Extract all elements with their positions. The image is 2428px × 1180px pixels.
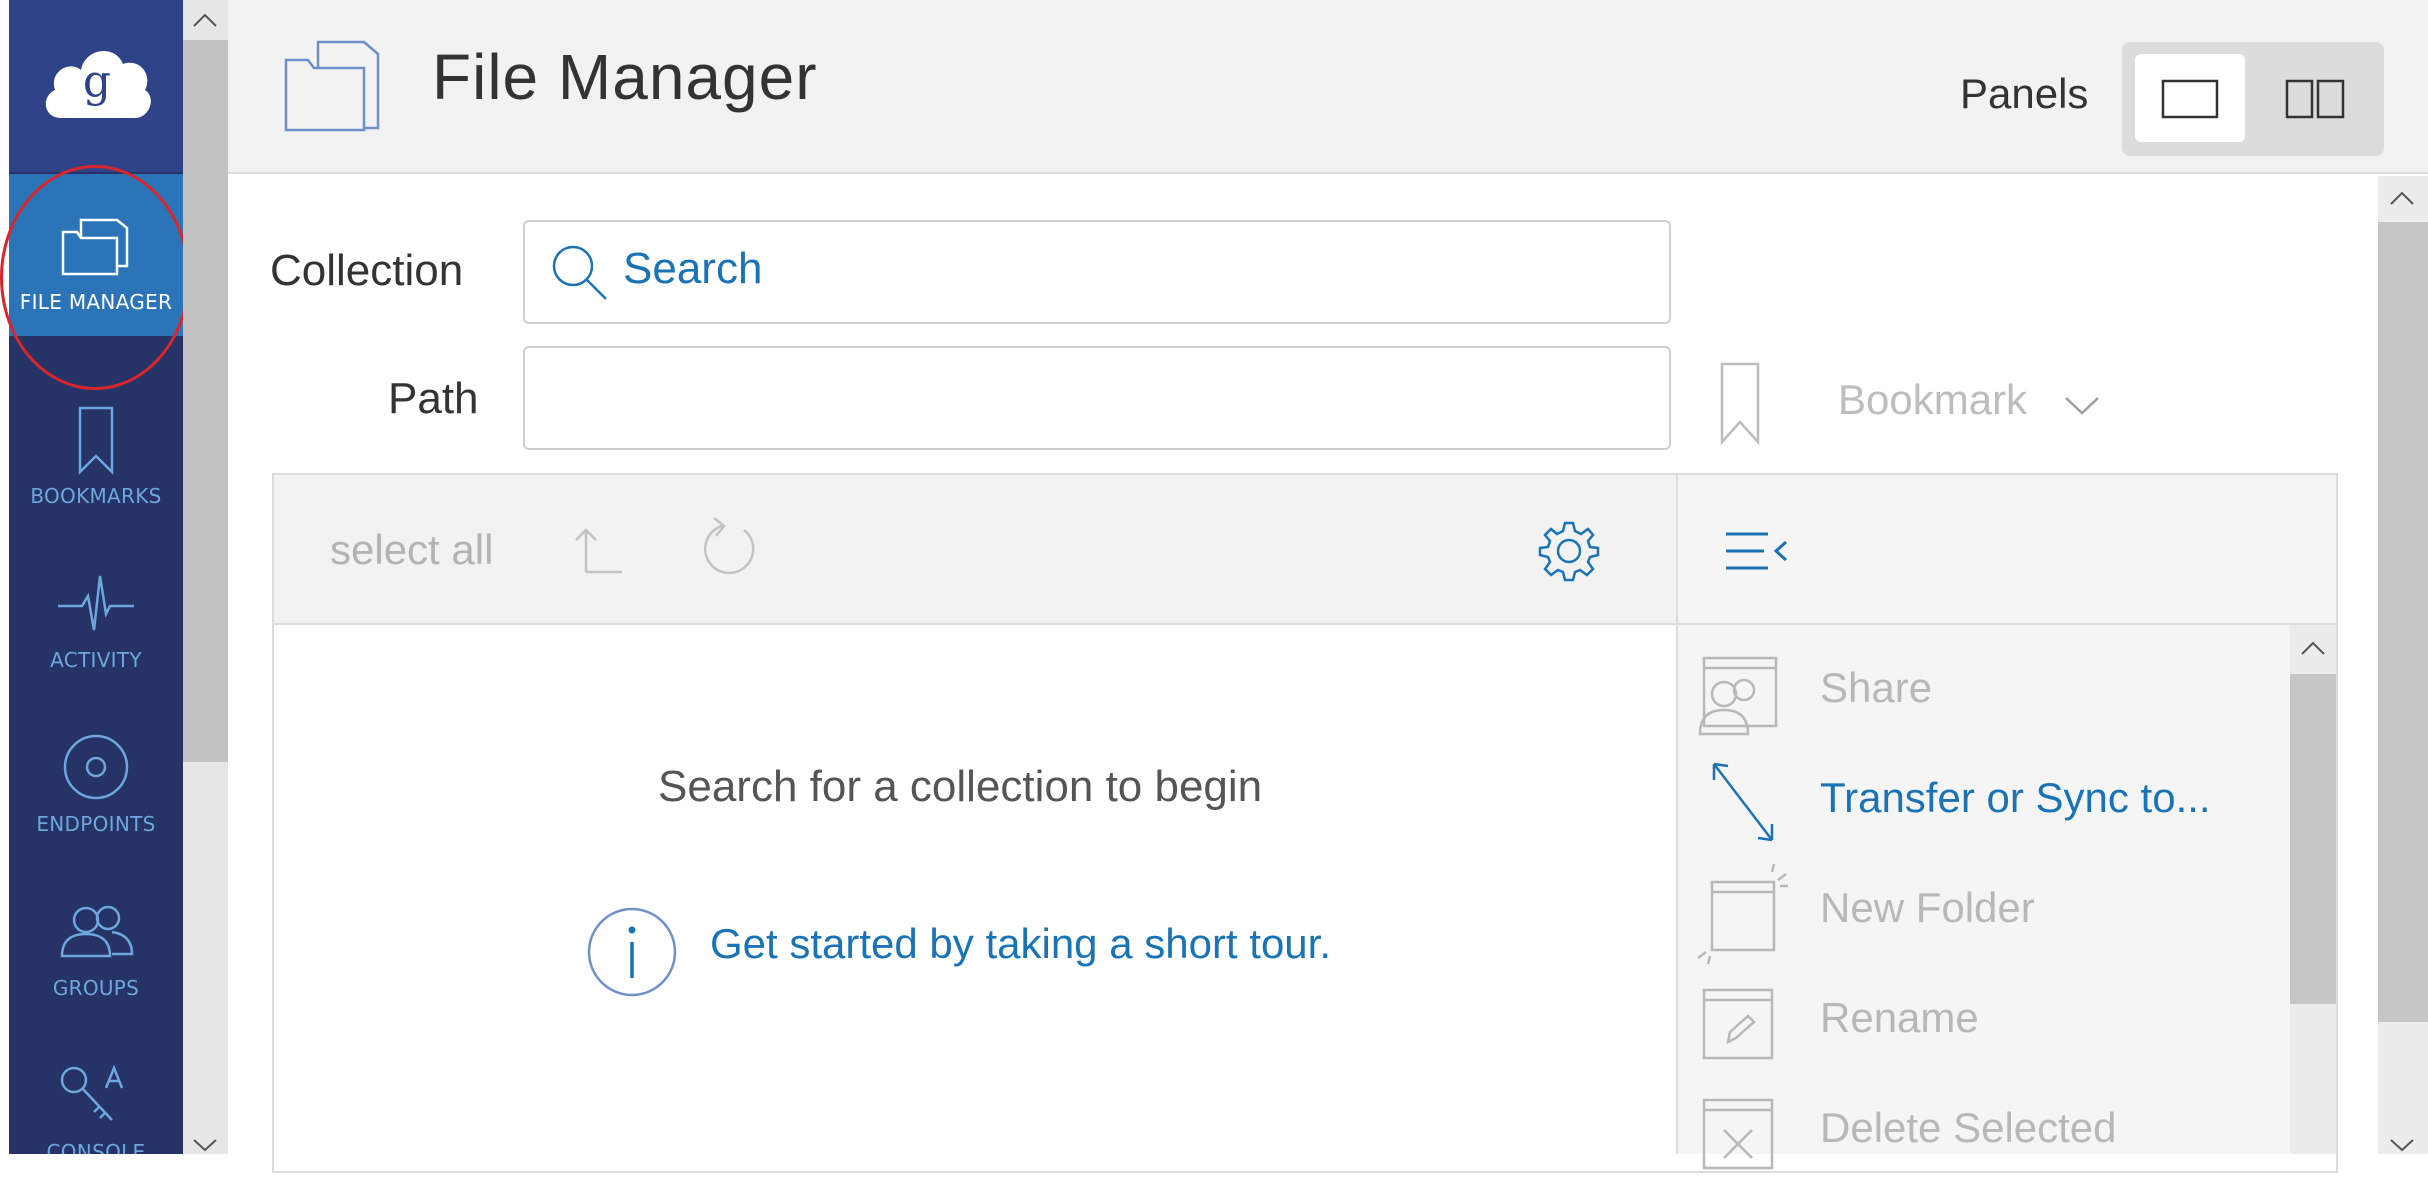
transfer-arrows-icon bbox=[1712, 762, 1774, 842]
chevron-down-icon[interactable] bbox=[2064, 396, 2100, 416]
sidebar-item-file-manager[interactable]: FILE MANAGER bbox=[9, 174, 183, 336]
panels-label: Panels bbox=[1960, 70, 2089, 117]
scroll-down-arrow-icon[interactable] bbox=[192, 1138, 218, 1152]
main-scroll-thumb[interactable] bbox=[2378, 222, 2428, 1022]
tour-link[interactable]: Get started by taking a short tour. bbox=[710, 920, 1331, 968]
refresh-icon[interactable] bbox=[700, 514, 758, 580]
action-label: New Folder bbox=[1820, 884, 2035, 931]
bookmark-dropdown[interactable]: Bookmark bbox=[1838, 376, 2027, 424]
scroll-up-arrow-icon[interactable] bbox=[192, 12, 218, 28]
sidebar-item-label: GROUPS bbox=[52, 976, 140, 1000]
scroll-up-arrow-icon[interactable] bbox=[2300, 640, 2326, 656]
sidebar-nav: g FILE MANAGER BOOKMARKS ACTIVITY ENDPOI… bbox=[9, 0, 183, 1154]
action-label: Share bbox=[1820, 664, 1933, 711]
actions-scroll-thumb[interactable] bbox=[2290, 674, 2336, 1004]
up-folder-icon[interactable] bbox=[572, 526, 624, 574]
sidebar-item-groups[interactable]: GROUPS bbox=[9, 860, 183, 1022]
single-panel-icon bbox=[2161, 79, 2219, 119]
search-placeholder: Search bbox=[623, 244, 763, 293]
endpoint-circle-icon bbox=[63, 734, 129, 800]
gear-icon[interactable] bbox=[1538, 520, 1600, 582]
groups-icon bbox=[60, 905, 134, 958]
scroll-down-arrow-icon[interactable] bbox=[2389, 1138, 2415, 1152]
console-key-icon bbox=[60, 1064, 124, 1121]
action-rename[interactable]: Rename bbox=[1686, 980, 2286, 1070]
double-panel-button[interactable] bbox=[2256, 54, 2372, 142]
action-delete-selected[interactable]: Delete Selected bbox=[1686, 1090, 2286, 1180]
double-panel-icon bbox=[2285, 79, 2345, 119]
svg-text:g: g bbox=[83, 56, 111, 107]
sidebar-item-activity[interactable]: ACTIVITY bbox=[9, 532, 183, 694]
action-transfer[interactable]: Transfer or Sync to... bbox=[1686, 760, 2286, 850]
sidebar-item-label: ENDPOINTS bbox=[36, 812, 156, 836]
file-manager-folder-icon bbox=[284, 40, 380, 132]
sidebar-scroll-thumb[interactable] bbox=[183, 40, 228, 762]
scroll-up-arrow-icon[interactable] bbox=[2389, 190, 2415, 206]
action-label: Delete Selected bbox=[1820, 1104, 2117, 1151]
folder-icon bbox=[61, 218, 129, 276]
sidebar-item-label: BOOKMARKS bbox=[30, 484, 162, 508]
delete-folder-icon bbox=[1702, 1098, 1774, 1170]
bookmark-icon bbox=[78, 406, 114, 476]
bookmark-icon[interactable] bbox=[1718, 362, 1762, 446]
sidebar-item-label: ACTIVITY bbox=[50, 648, 142, 672]
sidebar-item-endpoints[interactable]: ENDPOINTS bbox=[9, 696, 183, 858]
rename-folder-icon bbox=[1702, 988, 1774, 1060]
sidebar-item-label: CONSOLE bbox=[46, 1140, 146, 1154]
new-folder-icon bbox=[1697, 863, 1788, 965]
path-input[interactable] bbox=[523, 346, 1671, 450]
sidebar-item-label: FILE MANAGER bbox=[19, 290, 173, 314]
search-icon bbox=[552, 245, 607, 300]
collapse-menu-icon[interactable] bbox=[1724, 530, 1790, 572]
activity-pulse-icon bbox=[58, 575, 134, 631]
sidebar-item-console[interactable]: CONSOLE bbox=[9, 1024, 183, 1154]
select-all-button[interactable]: select all bbox=[330, 526, 493, 574]
collection-label: Collection bbox=[270, 246, 464, 295]
share-folder-icon bbox=[1698, 656, 1778, 736]
action-label: Transfer or Sync to... bbox=[1820, 774, 2211, 821]
globus-logo[interactable]: g bbox=[9, 0, 183, 172]
empty-state-message: Search for a collection to begin bbox=[658, 762, 1263, 811]
action-new-folder[interactable]: New Folder bbox=[1686, 863, 2286, 965]
info-icon[interactable] bbox=[586, 906, 678, 998]
path-label: Path bbox=[388, 374, 479, 423]
sidebar-item-bookmarks[interactable]: BOOKMARKS bbox=[9, 368, 183, 530]
single-panel-button[interactable] bbox=[2135, 54, 2245, 142]
page-title: File Manager bbox=[432, 41, 818, 113]
action-label: Rename bbox=[1820, 994, 1979, 1041]
cloud-logo-icon: g bbox=[45, 51, 151, 118]
action-share[interactable]: Share bbox=[1686, 650, 2286, 740]
